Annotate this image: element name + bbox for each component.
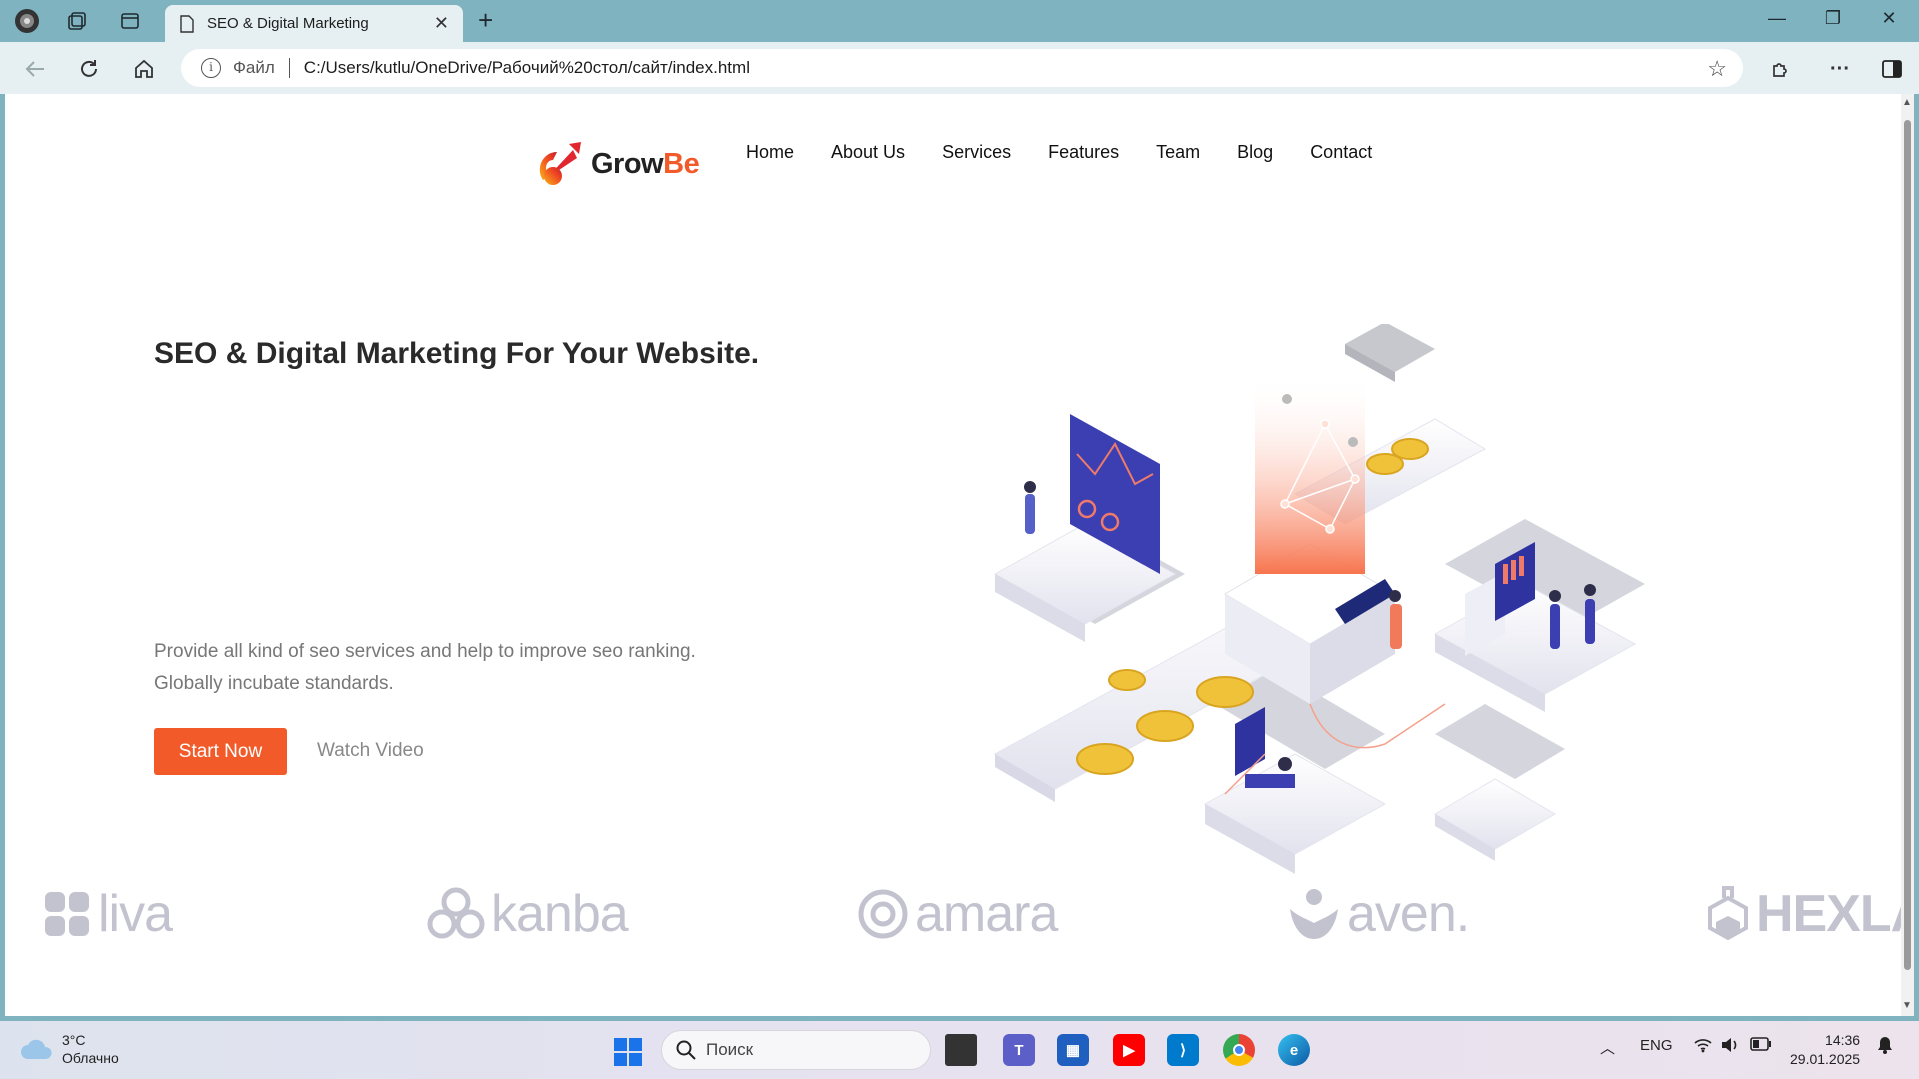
language-indicator[interactable]: ENG bbox=[1640, 1037, 1673, 1054]
workspaces-icon[interactable] bbox=[63, 8, 91, 34]
restore-icon[interactable]: ❐ bbox=[1813, 8, 1853, 29]
favorite-star-icon[interactable]: ☆ bbox=[1707, 56, 1727, 82]
rocket-logo-icon bbox=[539, 142, 581, 185]
hero-illustration bbox=[993, 324, 1645, 874]
nav-features[interactable]: Features bbox=[1048, 142, 1119, 163]
brand-aven-label: aven. bbox=[1347, 885, 1470, 943]
hexlab-icon bbox=[1708, 886, 1748, 941]
nav-team[interactable]: Team bbox=[1156, 142, 1200, 163]
page-viewport: GrowBe Home About Us Services Features T… bbox=[5, 94, 1901, 1016]
taskbar-search-placeholder: Поиск bbox=[706, 1040, 754, 1059]
tab-title: SEO & Digital Marketing bbox=[207, 15, 369, 32]
clock-time: 14:36 bbox=[1825, 1032, 1861, 1048]
teams-icon[interactable]: T bbox=[1003, 1034, 1035, 1066]
watch-video-link[interactable]: Watch Video bbox=[317, 740, 424, 762]
notification-bell-icon[interactable] bbox=[1876, 1035, 1894, 1059]
close-tab-icon[interactable]: ✕ bbox=[434, 13, 449, 34]
windows-start-icon[interactable] bbox=[614, 1038, 642, 1071]
show-hidden-icons-icon[interactable]: ︿ bbox=[1600, 1037, 1615, 1058]
nav-contact[interactable]: Contact bbox=[1310, 142, 1372, 163]
wifi-icon[interactable] bbox=[1693, 1037, 1713, 1057]
brand-logo-liva: liva bbox=[42, 884, 173, 944]
nav-blog[interactable]: Blog bbox=[1237, 142, 1273, 163]
weather-widget[interactable]: 3°C Облачно bbox=[20, 1031, 119, 1067]
brand-logo-aven: aven. bbox=[1287, 884, 1470, 944]
back-icon[interactable] bbox=[20, 54, 50, 84]
browser-toolbar: i Файл C:/Users/kutlu/OneDrive/Рабочий%2… bbox=[0, 42, 1919, 94]
clock-date: 29.01.2025 bbox=[1790, 1051, 1861, 1067]
battery-icon[interactable] bbox=[1750, 1037, 1772, 1055]
address-url[interactable]: C:/Users/kutlu/OneDrive/Рабочий%20стол/с… bbox=[304, 58, 750, 78]
liva-icon bbox=[45, 892, 89, 936]
minimize-icon[interactable]: — bbox=[1757, 8, 1797, 29]
logo-text-main: Grow bbox=[591, 147, 664, 180]
brand-amara-label: amara bbox=[915, 885, 1058, 943]
system-clock[interactable]: 14:36 29.01.2025 bbox=[1790, 1031, 1860, 1069]
task-view-icon[interactable] bbox=[945, 1034, 977, 1066]
page-scrollbar[interactable]: ▲ ▼ bbox=[1901, 94, 1914, 1016]
site-logo[interactable]: GrowBe bbox=[533, 138, 700, 190]
amara-icon bbox=[858, 889, 908, 939]
taskbar: 3°C Облачно Поиск T ▦ ▶ ⟩ e ︿ ENG 14:36 … bbox=[0, 1021, 1919, 1079]
reload-icon[interactable] bbox=[74, 54, 104, 84]
home-icon[interactable] bbox=[129, 54, 159, 84]
volume-icon[interactable] bbox=[1720, 1037, 1740, 1057]
sidebar-toggle-icon[interactable] bbox=[1877, 54, 1907, 84]
page-icon bbox=[180, 14, 194, 33]
brand-hexlab-label: HEXLAB bbox=[1756, 885, 1901, 943]
hero-description: Provide all kind of seo services and hel… bbox=[154, 636, 774, 700]
chrome-icon[interactable] bbox=[1223, 1034, 1255, 1066]
scroll-thumb[interactable] bbox=[1904, 120, 1911, 970]
profile-avatar-icon[interactable] bbox=[13, 8, 41, 34]
vscode-icon[interactable]: ⟩ bbox=[1167, 1034, 1199, 1066]
scroll-down-icon[interactable]: ▼ bbox=[1902, 1000, 1912, 1011]
nav-home[interactable]: Home bbox=[746, 142, 794, 163]
nav-about-us[interactable]: About Us bbox=[831, 142, 905, 163]
site-info-icon[interactable]: i bbox=[201, 58, 221, 78]
weather-temperature: 3°C bbox=[62, 1032, 86, 1048]
search-icon bbox=[676, 1040, 696, 1060]
more-options-icon[interactable]: ··· bbox=[1825, 54, 1855, 84]
logo-text: GrowBe bbox=[591, 147, 700, 181]
cloud-icon bbox=[21, 1039, 52, 1059]
extensions-icon[interactable] bbox=[1765, 54, 1795, 84]
brand-logo-amara: amara bbox=[857, 884, 1058, 944]
tab-actions-icon[interactable] bbox=[116, 8, 144, 34]
browser-tab-strip: SEO & Digital Marketing ✕ + — ❐ ✕ bbox=[0, 0, 1919, 42]
main-nav: Home About Us Services Features Team Blo… bbox=[746, 142, 1372, 163]
close-window-icon[interactable]: ✕ bbox=[1869, 8, 1909, 29]
start-now-button[interactable]: Start Now bbox=[154, 728, 287, 775]
address-bar[interactable]: i Файл C:/Users/kutlu/OneDrive/Рабочий%2… bbox=[181, 49, 1743, 87]
brand-kanba-label: kanba bbox=[491, 885, 629, 943]
logo-text-accent: Be bbox=[663, 147, 700, 180]
address-scheme: Файл bbox=[233, 58, 275, 77]
aven-icon bbox=[1290, 889, 1338, 939]
hero-description-line-2: Globally incubate standards. bbox=[154, 673, 394, 694]
scroll-up-icon[interactable]: ▲ bbox=[1902, 97, 1912, 108]
hero-description-line-1: Provide all kind of seo services and hel… bbox=[154, 641, 696, 662]
brand-liva-label: liva bbox=[98, 885, 173, 943]
microsoft-store-icon[interactable]: ▦ bbox=[1057, 1034, 1089, 1066]
brand-logo-kanba: kanba bbox=[427, 884, 629, 944]
nav-services[interactable]: Services bbox=[942, 142, 1011, 163]
active-tab[interactable]: SEO & Digital Marketing ✕ bbox=[165, 5, 463, 42]
taskbar-search[interactable]: Поиск bbox=[661, 1030, 931, 1070]
kanba-icon bbox=[427, 887, 485, 939]
brand-logo-hexlab: HEXLAB bbox=[1706, 884, 1901, 944]
weather-condition: Облачно bbox=[62, 1050, 119, 1066]
edge-icon[interactable]: e bbox=[1278, 1034, 1310, 1066]
hero-title: SEO & Digital Marketing For Your Website… bbox=[154, 337, 760, 370]
new-tab-icon[interactable]: + bbox=[478, 7, 493, 33]
youtube-icon[interactable]: ▶ bbox=[1113, 1034, 1145, 1066]
address-divider bbox=[288, 58, 290, 78]
